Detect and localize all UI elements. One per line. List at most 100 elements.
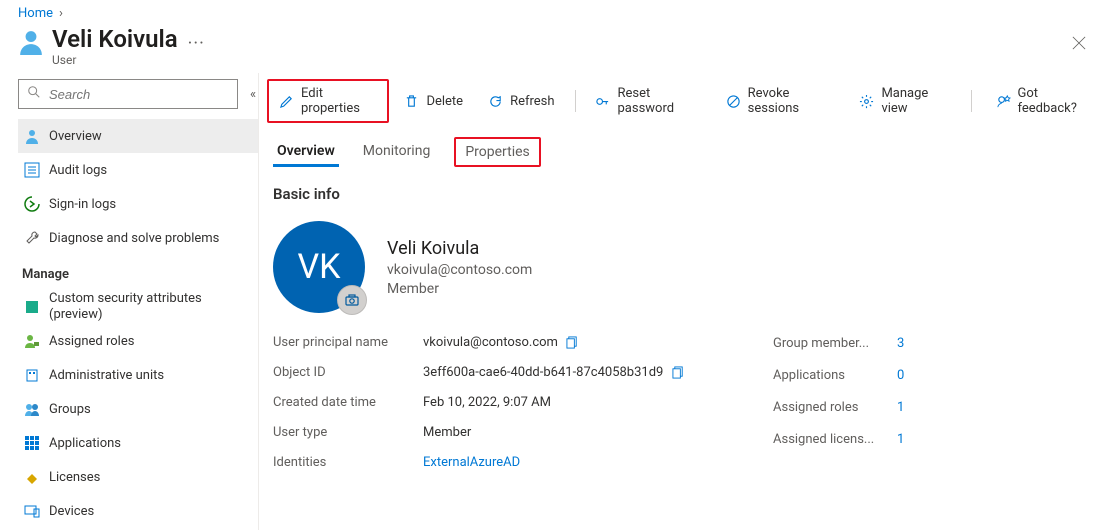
sidebar-item-label: Assigned roles [49, 334, 134, 349]
detail-label: User principal name [273, 335, 423, 350]
sidebar-item-licenses[interactable]: Licenses [18, 460, 258, 494]
detail-value: 3eff600a-cae6-40dd-b641-87c4058b31d9 [423, 365, 663, 380]
summary-label: Group member... [773, 336, 893, 351]
revoke-sessions-button[interactable]: Revoke sessions [716, 81, 846, 121]
details-column: User principal name vkoivula@contoso.com… [273, 327, 773, 477]
sidebar-item-label: Groups [49, 402, 91, 417]
sidebar-item-applications[interactable]: Applications [18, 426, 258, 460]
license-icon [24, 469, 40, 485]
camera-icon[interactable] [337, 285, 367, 315]
sidebar-item-assigned-roles[interactable]: Assigned roles [18, 324, 258, 358]
manage-view-button[interactable]: Manage view [849, 81, 960, 121]
summary-label: Applications [773, 368, 893, 383]
sidebar-item-label: Licenses [49, 470, 100, 485]
summary-column: Group member... 3 Applications 0 Assigne… [773, 327, 1103, 477]
trash-icon [403, 93, 419, 109]
detail-row-identities: Identities ExternalAzureAD [273, 447, 773, 477]
sidebar-item-label: Custom security attributes (preview) [49, 291, 250, 322]
sidebar-item-administrative-units[interactable]: Administrative units [18, 358, 258, 392]
summary-value-link[interactable]: 3 [893, 336, 904, 351]
sidebar-item-label: Devices [49, 504, 94, 519]
sidebar-item-label: Overview [49, 129, 102, 144]
sidebar-item-custom-security-attributes[interactable]: Custom security attributes (preview) [18, 290, 258, 324]
got-feedback-button[interactable]: Got feedback? [986, 81, 1104, 121]
sidebar-item-overview[interactable]: Overview [18, 119, 258, 153]
detail-label: Created date time [273, 395, 423, 410]
detail-row-upn: User principal name vkoivula@contoso.com [273, 327, 773, 357]
sidebar-item-audit-logs[interactable]: Audit logs [18, 153, 258, 187]
page-subtitle: User [52, 53, 178, 67]
devices-icon [24, 503, 40, 519]
sidebar-item-devices[interactable]: Devices [18, 494, 258, 528]
breadcrumb: Home › [0, 0, 1117, 25]
groups-icon [24, 401, 40, 417]
breadcrumb-home[interactable]: Home [18, 6, 53, 21]
edit-properties-button[interactable]: Edit properties [267, 79, 389, 123]
summary-value-link[interactable]: 0 [893, 368, 904, 383]
block-icon [726, 93, 741, 109]
apps-icon [24, 435, 40, 451]
close-icon[interactable] [1065, 29, 1093, 57]
detail-row-object-id: Object ID 3eff600a-cae6-40dd-b641-87c405… [273, 357, 773, 387]
toolbar-separator [575, 90, 576, 112]
summary-label: Assigned roles [773, 400, 893, 415]
delete-button[interactable]: Delete [393, 88, 473, 114]
user-icon [18, 29, 44, 55]
summary-row-applications: Applications 0 [773, 359, 1103, 391]
building-icon [24, 367, 40, 383]
summary-row-assigned-roles: Assigned roles 1 [773, 391, 1103, 423]
identities-link[interactable]: ExternalAzureAD [423, 455, 520, 470]
collapse-sidebar-icon[interactable]: « [248, 81, 258, 107]
role-icon [24, 333, 40, 349]
summary-row-assigned-licenses: Assigned licens... 1 [773, 423, 1103, 455]
profile-summary: VK Veli Koivula vkoivula@contoso.com Mem… [259, 213, 1117, 327]
summary-value-link[interactable]: 1 [893, 432, 904, 447]
button-label: Manage view [881, 86, 950, 116]
page-header: Veli Koivula User ··· [0, 25, 1117, 73]
toolbar-separator [971, 90, 972, 112]
reset-password-button[interactable]: Reset password [585, 81, 711, 121]
sidebar-item-diagnose[interactable]: Diagnose and solve problems [18, 221, 258, 255]
section-title-basic-info: Basic info [259, 167, 1117, 213]
detail-label: Identities [273, 455, 423, 470]
sidebar: « Overview Audit logs Sign-in logs Diagn… [0, 73, 258, 530]
detail-row-created: Created date time Feb 10, 2022, 9:07 AM [273, 387, 773, 417]
toolbar: Edit properties Delete Refresh Reset pas… [259, 79, 1117, 129]
avatar: VK [273, 221, 365, 313]
refresh-icon [487, 93, 503, 109]
tabs: Overview Monitoring Properties [259, 129, 1117, 167]
more-icon[interactable]: ··· [178, 25, 215, 54]
detail-value: vkoivula@contoso.com [423, 335, 558, 350]
copy-icon[interactable] [566, 335, 580, 349]
detail-value: Feb 10, 2022, 9:07 AM [423, 395, 551, 410]
button-label: Reset password [617, 86, 701, 116]
sidebar-section-manage: Manage [18, 255, 258, 290]
detail-label: Object ID [273, 365, 423, 380]
sidebar-item-signin-logs[interactable]: Sign-in logs [18, 187, 258, 221]
summary-row-group-memberships: Group member... 3 [773, 327, 1103, 359]
button-label: Refresh [510, 94, 554, 109]
summary-value-link[interactable]: 1 [893, 400, 904, 415]
tab-overview[interactable]: Overview [273, 137, 339, 167]
tab-properties[interactable]: Properties [454, 137, 540, 167]
tab-monitoring[interactable]: Monitoring [359, 137, 435, 167]
detail-row-user-type: User type Member [273, 417, 773, 447]
refresh-button[interactable]: Refresh [477, 88, 564, 114]
detail-label: User type [273, 425, 423, 440]
button-label: Revoke sessions [748, 86, 836, 116]
list-icon [24, 162, 40, 178]
button-label: Edit properties [301, 86, 377, 116]
summary-label: Assigned licens... [773, 432, 893, 447]
shield-icon [24, 299, 40, 315]
main-content: Edit properties Delete Refresh Reset pas… [258, 73, 1117, 530]
search-box[interactable] [18, 79, 238, 109]
sidebar-item-groups[interactable]: Groups [18, 392, 258, 426]
wrench-icon [24, 230, 40, 246]
avatar-initials: VK [298, 247, 341, 287]
sidebar-item-label: Diagnose and solve problems [49, 231, 219, 246]
copy-icon[interactable] [671, 365, 685, 379]
key-icon [595, 93, 610, 109]
user-icon [24, 128, 40, 144]
signin-icon [24, 196, 40, 212]
search-input[interactable] [47, 86, 229, 103]
